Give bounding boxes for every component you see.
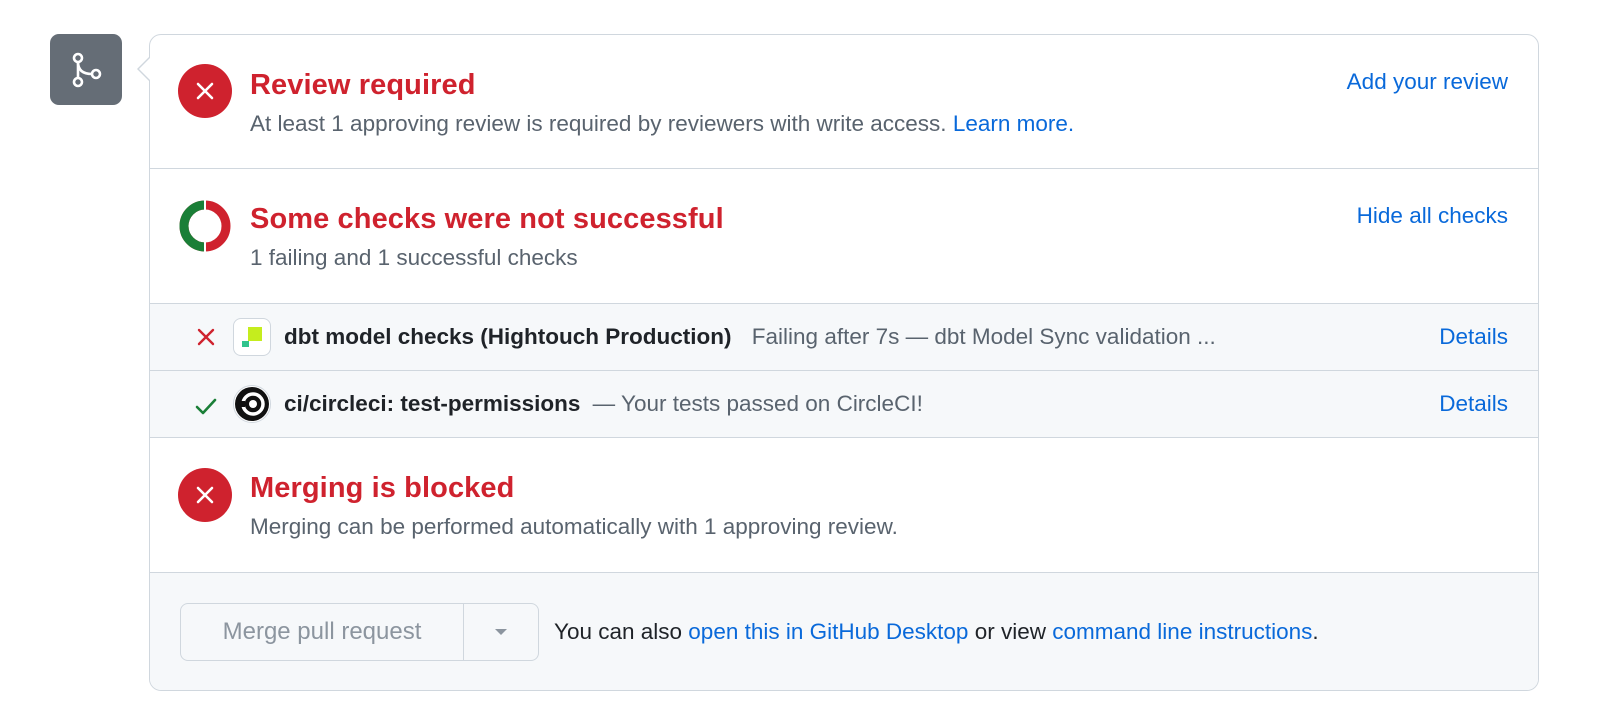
merging-blocked-description: Merging can be performed automatically w… bbox=[250, 514, 898, 539]
command-line-instructions-link[interactable]: command line instructions bbox=[1052, 619, 1312, 644]
git-merge-icon bbox=[72, 52, 102, 87]
caret-down-icon bbox=[495, 629, 507, 635]
add-review-link[interactable]: Add your review bbox=[1347, 69, 1508, 95]
git-merge-badge bbox=[50, 34, 122, 105]
review-required-title: Review required bbox=[250, 69, 476, 101]
x-icon bbox=[194, 325, 218, 349]
check-item-text: ci/circleci: test-permissions — Your tes… bbox=[284, 391, 923, 417]
check-icon bbox=[194, 394, 218, 418]
check-name: dbt model checks (Hightouch Production) bbox=[284, 324, 732, 349]
checks-summary-section: Some checks were not successful 1 failin… bbox=[150, 169, 1538, 304]
merge-status-box: Review required At least 1 approving rev… bbox=[149, 34, 1539, 691]
check-details-link[interactable]: Details bbox=[1439, 324, 1508, 350]
checks-summary: 1 failing and 1 successful checks bbox=[250, 245, 578, 270]
check-row: dbt model checks (Hightouch Production) … bbox=[150, 304, 1538, 371]
merge-actions-footer: Merge pull request You can also open thi… bbox=[150, 573, 1538, 690]
alternative-merge-text: You can also open this in GitHub Desktop… bbox=[554, 619, 1319, 645]
circleci-logo bbox=[233, 385, 271, 423]
check-item-text: dbt model checks (Hightouch Production) … bbox=[284, 324, 1216, 350]
x-circle-icon bbox=[178, 64, 232, 118]
check-description: — Your tests passed on CircleCI! bbox=[592, 391, 923, 416]
merge-pull-request-button[interactable]: Merge pull request bbox=[181, 604, 464, 660]
learn-more-link[interactable]: Learn more. bbox=[953, 111, 1074, 136]
check-details-link[interactable]: Details bbox=[1439, 391, 1508, 417]
check-description: Failing after 7s — dbt Model Sync valida… bbox=[751, 324, 1216, 349]
hightouch-logo bbox=[233, 318, 271, 356]
timeline-pointer-fill bbox=[139, 58, 150, 80]
check-row: ci/circleci: test-permissions — Your tes… bbox=[150, 371, 1538, 438]
github-desktop-link[interactable]: open this in GitHub Desktop bbox=[688, 619, 968, 644]
review-description-text: At least 1 approving review is required … bbox=[250, 111, 947, 136]
footer-text-prefix: You can also bbox=[554, 619, 683, 644]
x-circle-icon bbox=[178, 468, 232, 522]
partial-donut-icon bbox=[178, 199, 232, 253]
merging-blocked-title: Merging is blocked bbox=[250, 472, 515, 504]
review-required-description: At least 1 approving review is required … bbox=[250, 111, 1074, 137]
footer-text-suffix: . bbox=[1312, 619, 1319, 644]
merge-button-group: Merge pull request bbox=[180, 603, 539, 661]
merging-blocked-section: Merging is blocked Merging can be perfor… bbox=[150, 438, 1538, 573]
merge-method-dropdown[interactable] bbox=[464, 604, 538, 660]
hide-all-checks-link[interactable]: Hide all checks bbox=[1357, 203, 1508, 229]
checks-title: Some checks were not successful bbox=[250, 203, 724, 235]
review-required-section: Review required At least 1 approving rev… bbox=[150, 35, 1538, 169]
check-name: ci/circleci: test-permissions bbox=[284, 391, 581, 416]
footer-text-middle: or view bbox=[974, 619, 1046, 644]
